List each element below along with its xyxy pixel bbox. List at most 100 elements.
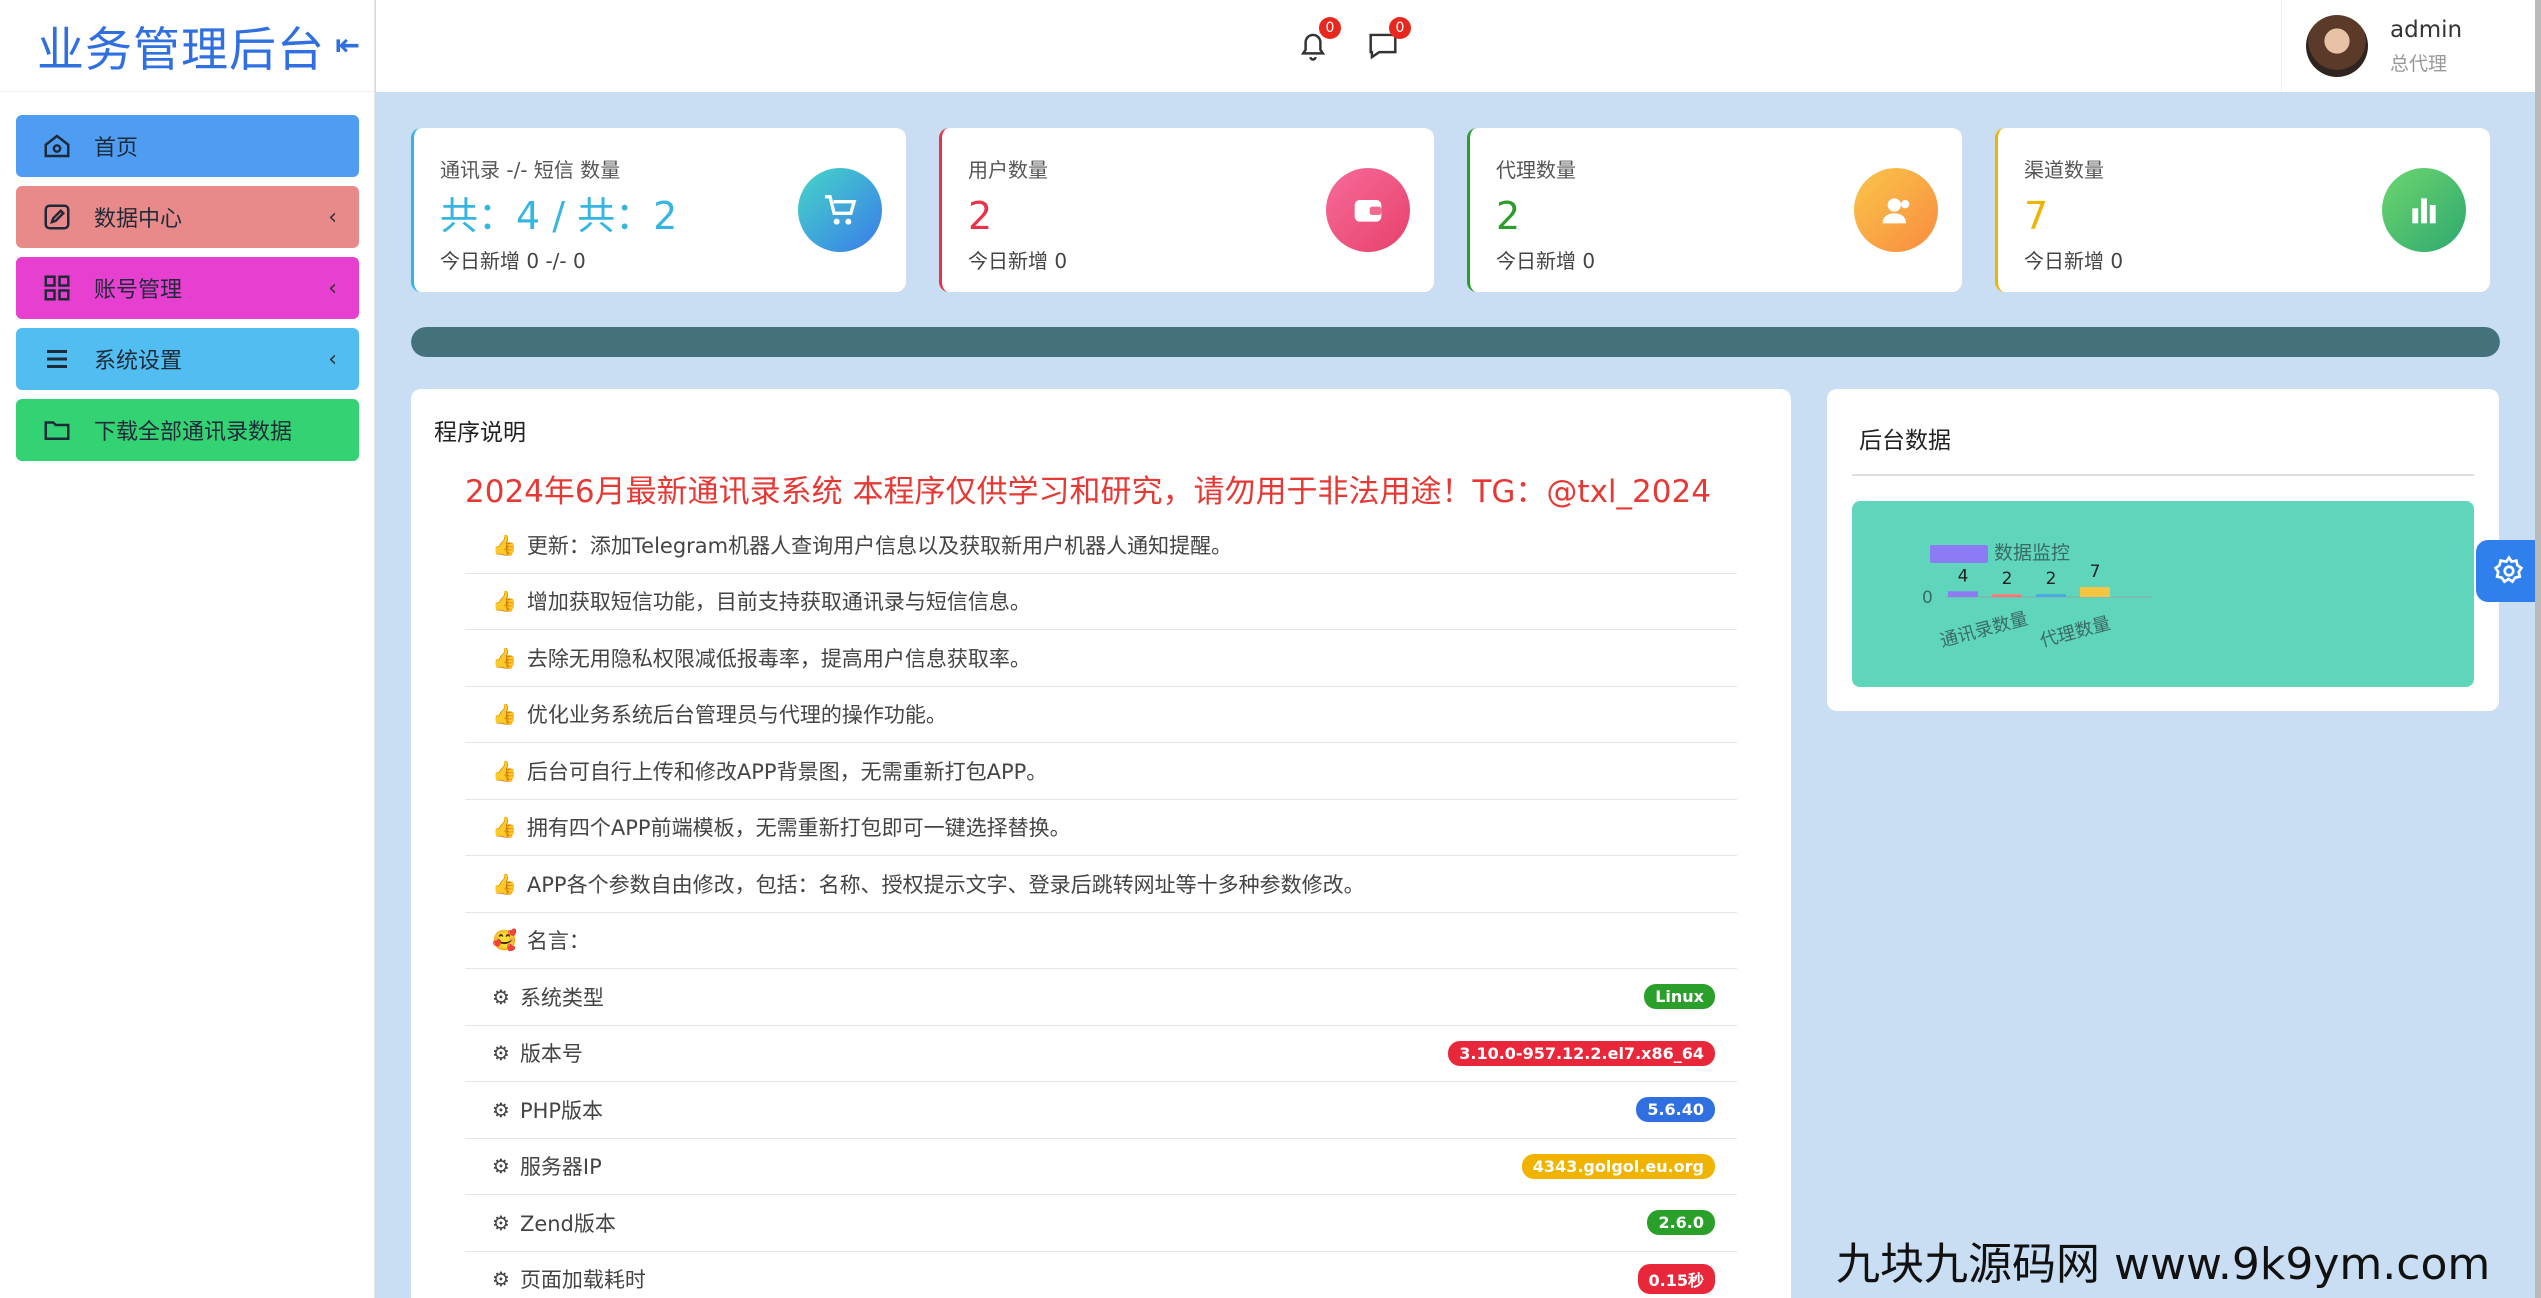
chart-bar bbox=[2080, 587, 2110, 597]
thumbs-up-icon: 👍 bbox=[492, 758, 517, 783]
system-info-badge: 2.6.0 bbox=[1647, 1210, 1715, 1236]
sidebar-item-4[interactable]: 系统设置 ‹ bbox=[16, 328, 359, 390]
chevron-left-icon: ‹ bbox=[328, 204, 337, 230]
system-info-label: 版本号 bbox=[519, 1042, 583, 1067]
notification-badge: 0 bbox=[1319, 17, 1341, 39]
chart-title: 数据监控 bbox=[1994, 542, 2070, 564]
system-info-row: ⚙ PHP版本 5.6.40 bbox=[465, 1082, 1737, 1139]
feature-text: APP各个参数自由修改，包括：名称、授权提示文字、登录后跳转网址等十多种参数修改… bbox=[526, 872, 1365, 897]
data-monitor-chart: 数据监控 0 4 2 2 7 通讯录数量 代理数量 bbox=[1852, 501, 2474, 687]
system-info-row: ⚙ 页面加载耗时 0.15秒 bbox=[465, 1252, 1737, 1298]
sidebar-item-label: 账号管理 bbox=[94, 278, 183, 303]
user-name: admin bbox=[2390, 16, 2463, 43]
sidebar: 业务管理后台 ⇤ 首页 数据中心 ‹ 账号管理 ‹ 系统设置 ‹ 下载全部通讯录数据 bbox=[0, 0, 375, 1298]
gear-small-icon: ⚙ bbox=[492, 1154, 510, 1179]
cart-icon bbox=[798, 168, 882, 252]
settings-float-button[interactable] bbox=[2476, 540, 2541, 602]
notification-button[interactable]: 0 bbox=[1293, 17, 1341, 66]
system-info-badge: 3.10.0-957.12.2.el7.x86_64 bbox=[1448, 1040, 1715, 1066]
grid-icon bbox=[40, 271, 74, 305]
quote-row: 🥰 名言： bbox=[465, 913, 1737, 969]
menu-icon bbox=[40, 342, 74, 376]
chart-category-label: 通讯录数量 bbox=[1938, 608, 2030, 652]
chart-data-label: 4 bbox=[1958, 566, 1969, 586]
window-edge bbox=[2535, 0, 2541, 1298]
system-info-row: ⚙ 服务器IP 4343.golgol.eu.org bbox=[465, 1139, 1737, 1195]
feature-text: 更新：添加Telegram机器人查询用户信息以及获取新用户机器人通知提醒。 bbox=[526, 533, 1233, 558]
backend-data-title: 后台数据 bbox=[1859, 428, 1951, 454]
system-info-label: Zend版本 bbox=[519, 1211, 616, 1236]
system-info-row: ⚙ 系统类型 Linux bbox=[465, 969, 1737, 1026]
chevron-left-icon: ‹ bbox=[328, 275, 337, 301]
sidebar-item-5[interactable]: 下载全部通讯录数据 bbox=[16, 399, 359, 461]
thumbs-up-icon: 👍 bbox=[492, 532, 517, 557]
info-list: 👍 更新：添加Telegram机器人查询用户信息以及获取新用户机器人通知提醒。 👍 增… bbox=[465, 517, 1737, 1298]
system-info-label: 服务器IP bbox=[519, 1155, 602, 1180]
heart-face-icon: 🥰 bbox=[492, 928, 517, 953]
gear-small-icon: ⚙ bbox=[492, 1267, 510, 1292]
sidebar-menu: 首页 数据中心 ‹ 账号管理 ‹ 系统设置 ‹ 下载全部通讯录数据 bbox=[0, 92, 374, 461]
system-info-label: 系统类型 bbox=[519, 985, 604, 1010]
stat-card: 代理数量 2 今日新增 0 bbox=[1467, 128, 1962, 292]
watermark-text: 九块九源码网 www.9k9ym.com bbox=[1836, 1239, 2491, 1290]
chart-legend-swatch bbox=[1930, 545, 1988, 563]
brand-bar: 业务管理后台 ⇤ bbox=[0, 0, 374, 92]
sidebar-item-2[interactable]: 数据中心 ‹ bbox=[16, 186, 359, 248]
gear-icon bbox=[2493, 555, 2523, 584]
thumbs-up-icon: 👍 bbox=[492, 815, 517, 840]
chart-bar bbox=[2036, 594, 2066, 597]
feature-text: 后台可自行上传和修改APP背景图，无需重新打包APP。 bbox=[526, 759, 1048, 784]
chart-data-label: 7 bbox=[2090, 562, 2101, 582]
user-menu[interactable]: admin 总代理 bbox=[2281, 0, 2536, 92]
user-role: 总代理 bbox=[2390, 52, 2448, 75]
chart-bar bbox=[1948, 591, 1978, 597]
quote-label: 名言： bbox=[526, 929, 590, 954]
sidebar-item-1[interactable]: 首页 bbox=[16, 115, 359, 177]
system-info-badge: 4343.golgol.eu.org bbox=[1521, 1153, 1715, 1179]
notice-title: 2024年6月最新通讯录系统 本程序仅供学习和研究，请勿用于非法用途！TG：@t… bbox=[465, 474, 1711, 510]
chart-category-label: 代理数量 bbox=[2038, 613, 2113, 652]
stat-card: 通讯录 -/- 短信 数量 共：4 / 共：2 今日新增 0 -/- 0 bbox=[411, 128, 906, 292]
feature-row: 👍 去除无用隐私权限减低报毒率，提高用户信息获取率。 bbox=[465, 630, 1737, 687]
chart-data-label: 2 bbox=[2046, 569, 2057, 589]
chart-svg: 数据监控 0 4 2 2 7 通讯录数量 代理数量 bbox=[1922, 542, 2152, 652]
bar-chart-icon bbox=[2382, 168, 2466, 252]
gear-small-icon: ⚙ bbox=[492, 1210, 510, 1235]
home-icon bbox=[40, 129, 74, 163]
chart-data-label: 2 bbox=[2002, 569, 2013, 589]
feature-row: 👍 拥有四个APP前端模板，无需重新打包即可一键选择替换。 bbox=[465, 800, 1737, 856]
wallet-icon bbox=[1326, 168, 1410, 252]
progress-fill bbox=[411, 327, 2500, 357]
program-panel-title: 程序说明 bbox=[434, 420, 526, 446]
sidebar-item-3[interactable]: 账号管理 ‹ bbox=[16, 257, 359, 319]
messages-button[interactable]: 0 bbox=[1363, 17, 1411, 66]
messages-badge: 0 bbox=[1389, 17, 1411, 39]
system-info-label: 页面加载耗时 bbox=[519, 1268, 646, 1293]
users-icon bbox=[1854, 168, 1938, 252]
feature-text: 去除无用隐私权限减低报毒率，提高用户信息获取率。 bbox=[526, 646, 1031, 671]
stat-card: 渠道数量 7 今日新增 0 bbox=[1995, 128, 2490, 292]
system-info-row: ⚙ Zend版本 2.6.0 bbox=[465, 1195, 1737, 1252]
feature-text: 优化业务系统后台管理员与代理的操作功能。 bbox=[526, 703, 947, 728]
gear-small-icon: ⚙ bbox=[492, 984, 510, 1009]
system-info-label: PHP版本 bbox=[519, 1098, 604, 1123]
thumbs-up-icon: 👍 bbox=[492, 702, 517, 727]
system-info-badge: 0.15秒 bbox=[1637, 1264, 1715, 1295]
chevron-left-icon: ‹ bbox=[328, 346, 337, 372]
feature-row: 👍 更新：添加Telegram机器人查询用户信息以及获取新用户机器人通知提醒。 bbox=[465, 517, 1737, 574]
sidebar-item-label: 首页 bbox=[94, 136, 139, 161]
collapse-left-icon[interactable]: ⇤ bbox=[335, 28, 360, 63]
stat-card: 用户数量 2 今日新增 0 bbox=[939, 128, 1434, 292]
gear-small-icon: ⚙ bbox=[492, 1097, 510, 1122]
thumbs-up-icon: 👍 bbox=[492, 871, 517, 896]
gear-small-icon: ⚙ bbox=[492, 1041, 510, 1066]
edit-icon bbox=[40, 200, 74, 234]
feature-text: 增加获取短信功能，目前支持获取通讯录与短信信息。 bbox=[526, 590, 1031, 615]
sidebar-item-label: 下载全部通讯录数据 bbox=[94, 420, 293, 445]
feature-row: 👍 优化业务系统后台管理员与代理的操作功能。 bbox=[465, 687, 1737, 743]
feature-row: 👍 增加获取短信功能，目前支持获取通讯录与短信信息。 bbox=[465, 574, 1737, 630]
chart-bar bbox=[1992, 594, 2022, 597]
backend-data-panel: 后台数据 数据监控 0 4 2 2 7 通讯录数量 代理数量 bbox=[1827, 389, 2499, 711]
feature-row: 👍 后台可自行上传和修改APP背景图，无需重新打包APP。 bbox=[465, 743, 1737, 800]
sidebar-item-label: 数据中心 bbox=[94, 207, 183, 232]
